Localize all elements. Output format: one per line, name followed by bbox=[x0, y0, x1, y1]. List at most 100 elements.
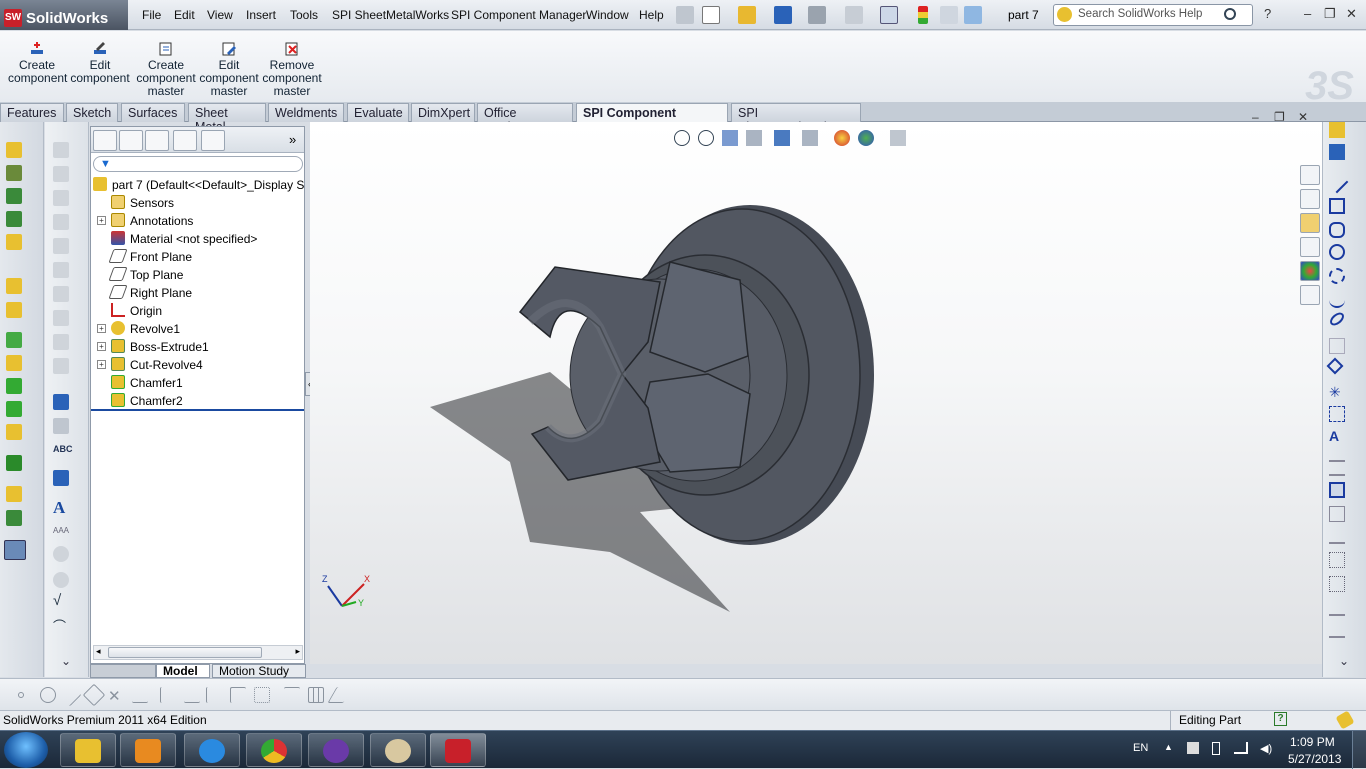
select-icon[interactable] bbox=[880, 6, 898, 24]
feature-tree-tab-icon[interactable] bbox=[93, 130, 117, 151]
weld-symbol-icon[interactable]: ⌒ bbox=[53, 616, 66, 635]
sketch-icon[interactable] bbox=[6, 142, 22, 158]
view-icon-10[interactable] bbox=[53, 358, 69, 374]
zoom-to-area-icon[interactable] bbox=[698, 130, 714, 146]
tab-weldments[interactable]: Weldments bbox=[268, 103, 344, 122]
angle-icon[interactable] bbox=[327, 687, 353, 703]
quick-tips-icon[interactable]: ? bbox=[1274, 712, 1287, 726]
view-icon-7[interactable] bbox=[53, 286, 69, 302]
tree-item-cut-revolve4[interactable]: + Cut-Revolve4 bbox=[97, 357, 203, 372]
tree-item-material[interactable]: Material <not specified> bbox=[111, 231, 257, 246]
construction-icon[interactable] bbox=[254, 687, 270, 703]
tree-filter-input[interactable]: ▼ bbox=[93, 156, 303, 172]
scroll-thumb[interactable] bbox=[108, 647, 262, 658]
display-manager-tab-icon[interactable] bbox=[201, 130, 225, 151]
chamfer-sketch-icon[interactable] bbox=[184, 687, 200, 703]
show-hidden-icons[interactable]: ▲ bbox=[1164, 742, 1173, 752]
tab-surfaces[interactable]: Surfaces bbox=[121, 103, 185, 122]
new-document-icon[interactable] bbox=[702, 6, 720, 24]
view-icon-3[interactable] bbox=[53, 190, 69, 206]
tab-model[interactable]: Model bbox=[156, 664, 210, 678]
clock-time[interactable]: 1:09 PM bbox=[1290, 735, 1335, 749]
menu-file[interactable]: File bbox=[142, 8, 161, 22]
language-indicator[interactable]: EN bbox=[1133, 742, 1148, 754]
menu-window[interactable]: Window bbox=[586, 8, 629, 22]
viewport-minimize-icon[interactable]: – bbox=[1252, 110, 1259, 124]
tree-item-annotations[interactable]: + Annotations bbox=[97, 213, 193, 228]
action-center-icon[interactable] bbox=[1187, 742, 1199, 754]
tree-item-chamfer1[interactable]: Chamfer1 bbox=[111, 375, 183, 390]
line-icon[interactable] bbox=[6, 165, 22, 181]
home-icon[interactable] bbox=[1300, 165, 1320, 185]
taskbar-chrome[interactable] bbox=[246, 733, 302, 767]
tree-item-sensors[interactable]: Sensors bbox=[111, 195, 174, 210]
slot-tool-icon[interactable] bbox=[1329, 222, 1345, 238]
menu-view[interactable]: View bbox=[207, 8, 233, 22]
clock-date[interactable]: 5/27/2013 bbox=[1288, 752, 1341, 766]
dimension-icon[interactable] bbox=[284, 687, 300, 703]
menu-spi-sheetmetalworks[interactable]: SPI SheetMetalWorks bbox=[332, 8, 449, 22]
scroll-right-icon[interactable]: ▸ bbox=[295, 646, 300, 657]
grid-icon[interactable] bbox=[308, 687, 324, 703]
mirror-icon[interactable] bbox=[1329, 528, 1345, 544]
corner-icon[interactable] bbox=[230, 687, 246, 703]
fillet-icon[interactable] bbox=[6, 378, 22, 394]
edit-component-button[interactable]: Edit component bbox=[70, 41, 130, 85]
line-tool-icon[interactable] bbox=[1325, 170, 1349, 194]
circle-icon[interactable] bbox=[40, 687, 56, 703]
minimize-icon[interactable]: – bbox=[1304, 6, 1311, 21]
shell-icon[interactable] bbox=[6, 424, 22, 440]
offset-bottom-icon[interactable] bbox=[206, 687, 222, 703]
smart-dimension-icon[interactable] bbox=[6, 188, 22, 204]
tree-item-boss-extrude1[interactable]: + Boss-Extrude1 bbox=[97, 339, 209, 354]
balloon-icon[interactable] bbox=[53, 546, 69, 562]
sketch-tool-icon[interactable] bbox=[1329, 122, 1345, 138]
menu-spi-component-manager[interactable]: SPI Component Manager bbox=[451, 8, 586, 22]
close-icon[interactable]: ✕ bbox=[1346, 6, 1357, 22]
instant3d-icon[interactable] bbox=[4, 540, 26, 560]
display-style-icon[interactable] bbox=[802, 130, 818, 146]
menu-help[interactable]: Help bbox=[639, 8, 664, 22]
tab-features[interactable]: Features bbox=[0, 103, 64, 122]
smart-dim-icon[interactable] bbox=[1329, 144, 1345, 160]
tab-motion-study-1[interactable]: Motion Study 1 bbox=[212, 664, 306, 689]
file-explorer-icon[interactable] bbox=[1300, 237, 1320, 257]
view-icon-2[interactable] bbox=[53, 166, 69, 182]
design-library-icon[interactable] bbox=[1300, 213, 1320, 233]
print-icon[interactable] bbox=[808, 6, 826, 24]
expand-tabs-icon[interactable]: » bbox=[289, 132, 296, 147]
revolve-boss-icon[interactable] bbox=[6, 302, 22, 318]
tab-scroll-arrows-icon[interactable] bbox=[90, 664, 156, 678]
rebuild-status-icon[interactable] bbox=[1335, 710, 1355, 730]
chamfer-tool-icon[interactable] bbox=[6, 401, 22, 417]
expand-icon[interactable]: + bbox=[97, 360, 106, 369]
taskbar-torrent[interactable] bbox=[308, 733, 364, 767]
search-input[interactable]: Search SolidWorks Help bbox=[1053, 4, 1253, 26]
circle-tool-icon[interactable] bbox=[1329, 244, 1345, 260]
network-icon[interactable] bbox=[1234, 742, 1248, 754]
resources-icon[interactable] bbox=[1300, 189, 1320, 209]
configuration-manager-tab-icon[interactable] bbox=[145, 130, 169, 151]
view-settings-icon[interactable] bbox=[890, 130, 906, 146]
more-tools-chevron-icon[interactable]: ⌄ bbox=[61, 654, 71, 668]
create-component-button[interactable]: Create component bbox=[8, 41, 67, 85]
polygon-icon[interactable] bbox=[82, 683, 106, 707]
remove-component-master-button[interactable]: Remove component master bbox=[262, 41, 322, 98]
convert-entities-icon[interactable] bbox=[1329, 482, 1345, 498]
horizontal-scrollbar[interactable]: ◂ ▸ bbox=[93, 645, 303, 660]
view-icon-4[interactable] bbox=[53, 214, 69, 230]
create-component-master-button[interactable]: Create component master bbox=[136, 41, 196, 98]
save-icon[interactable] bbox=[774, 6, 792, 24]
curves-icon[interactable] bbox=[6, 510, 22, 526]
tab-sheet-metal[interactable]: Sheet Metal bbox=[188, 103, 266, 134]
taskbar-media[interactable] bbox=[120, 733, 176, 767]
file-properties-icon[interactable] bbox=[940, 6, 958, 24]
offset-icon[interactable] bbox=[1329, 506, 1345, 522]
tab-evaluate[interactable]: Evaluate bbox=[347, 103, 409, 122]
scene-icon[interactable] bbox=[858, 130, 874, 146]
taskbar-paint[interactable] bbox=[370, 733, 426, 767]
expand-icon[interactable]: + bbox=[97, 342, 106, 351]
open-icon[interactable] bbox=[738, 6, 756, 24]
edit-component-master-button[interactable]: Edit component master bbox=[199, 41, 259, 98]
stacked-balloon-icon[interactable] bbox=[53, 572, 69, 588]
